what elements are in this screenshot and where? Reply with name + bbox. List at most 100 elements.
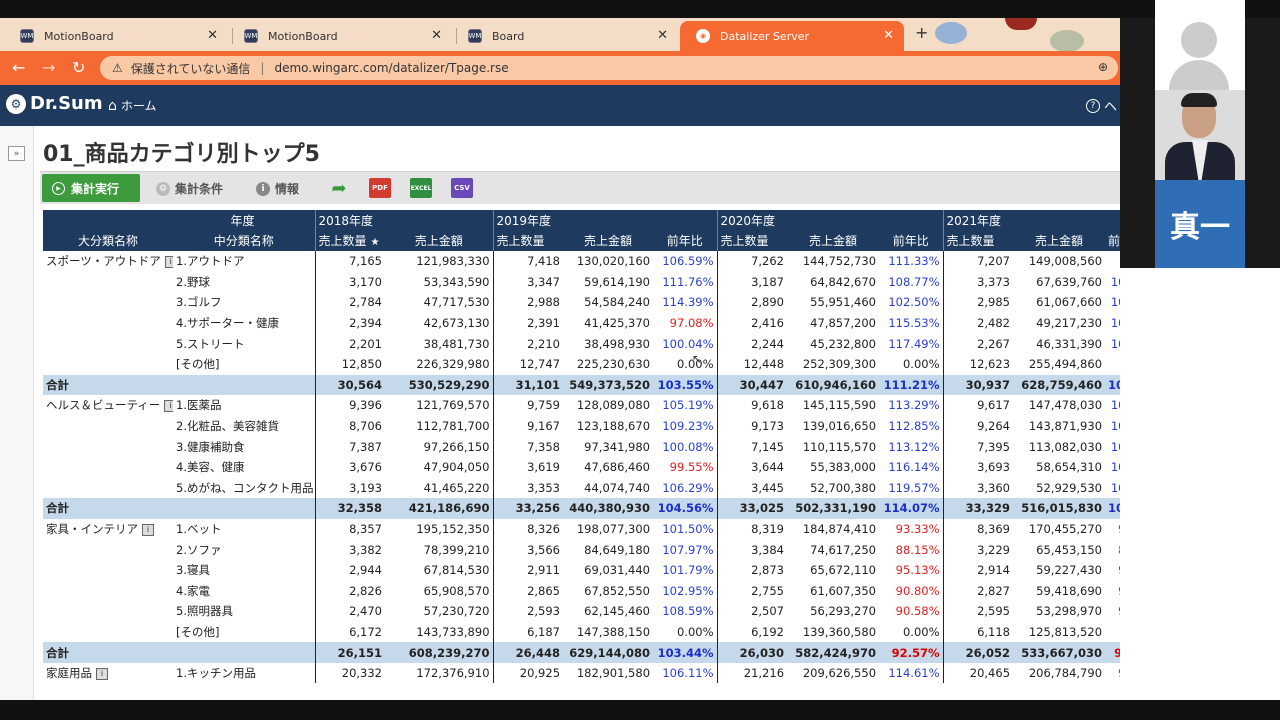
major-category-cell[interactable]: [43, 622, 173, 643]
major-category-cell[interactable]: [43, 478, 173, 499]
amount-cell[interactable]: 144,752,730: [787, 251, 879, 272]
amount-cell[interactable]: 112,781,700: [385, 416, 493, 437]
expand-panel-icon[interactable]: »: [8, 146, 25, 161]
qty-cell[interactable]: 9,167: [492, 415, 564, 437]
amount-cell[interactable]: 125,813,520: [1013, 622, 1105, 643]
yoy-cell[interactable]: 92.57%: [879, 642, 944, 663]
qty-cell[interactable]: 2,394: [314, 312, 385, 334]
qty-cell[interactable]: 20,332: [314, 662, 385, 684]
yoy-cell[interactable]: 101.50%: [653, 519, 717, 540]
qty-cell[interactable]: 2,201: [314, 333, 385, 354]
qty-cell[interactable]: 2,755: [716, 580, 788, 602]
amount-cell[interactable]: 172,376,910: [385, 663, 493, 684]
qty-cell[interactable]: 9,264: [942, 415, 1014, 437]
amount-cell[interactable]: 628,759,460: [1013, 374, 1106, 396]
yoy-cell[interactable]: 92.20%: [1105, 519, 1120, 540]
participant-avatar-tile[interactable]: [1155, 0, 1245, 90]
yoy-cell[interactable]: 94.68%: [1105, 601, 1120, 622]
year-2021[interactable]: 2021年度: [942, 210, 1120, 231]
minor-category-cell[interactable]: 4.美容、健康: [173, 457, 315, 478]
amount-cell[interactable]: 123,188,670: [563, 416, 653, 437]
qty-cell[interactable]: 2,873: [716, 559, 788, 581]
qty-cell[interactable]: 6,192: [716, 621, 788, 643]
run-aggregation-button[interactable]: ▶ 集計実行: [42, 174, 140, 202]
amount-cell[interactable]: 182,901,580: [563, 663, 653, 684]
security-status[interactable]: 保護されていない通信: [131, 60, 251, 77]
qty-cell[interactable]: 8,357: [314, 518, 385, 540]
amount-cell[interactable]: 147,388,150: [563, 622, 653, 643]
amount-cell[interactable]: 52,700,380: [787, 478, 879, 499]
qty-cell[interactable]: 6,118: [942, 621, 1014, 643]
pdf-export-button[interactable]: PDF: [369, 178, 391, 198]
amount-cell[interactable]: 121,983,330: [385, 251, 493, 272]
qty-cell[interactable]: 3,693: [942, 456, 1014, 478]
qty-cell[interactable]: 2,416: [716, 312, 788, 334]
qty-cell[interactable]: 6,187: [492, 621, 564, 643]
yoy-cell[interactable]: 111.21%: [879, 374, 944, 396]
amount-cell[interactable]: 530,529,290: [385, 374, 494, 396]
amount-cell[interactable]: 45,232,800: [787, 333, 879, 354]
qty-cell[interactable]: 30,564: [314, 374, 385, 396]
qty-cell[interactable]: 26,052: [942, 642, 1014, 663]
csv-export-button[interactable]: CSV: [451, 178, 473, 198]
category-info-icon[interactable]: i: [96, 667, 108, 680]
qty-cell[interactable]: 3,347: [492, 271, 564, 293]
yoy-cell[interactable]: 106.29%: [653, 478, 717, 499]
amount-cell[interactable]: 139,360,580: [787, 622, 879, 643]
amount-cell[interactable]: 47,717,530: [385, 292, 493, 313]
qty-cell[interactable]: 7,145: [716, 436, 788, 457]
browser-tab-2[interactable]: WM MotionBoard ✕: [228, 21, 452, 51]
minor-category-cell[interactable]: 2.化粧品、美容雑貨: [173, 416, 315, 437]
amount-header[interactable]: 売上金額: [1013, 230, 1106, 251]
amount-cell[interactable]: 65,672,110: [787, 560, 879, 581]
yoy-cell[interactable]: 114.61%: [879, 663, 943, 684]
yoy-cell[interactable]: 102.69%: [1105, 436, 1120, 457]
back-arrow-icon[interactable]: ←: [12, 58, 25, 77]
close-tab-icon[interactable]: ✕: [431, 28, 442, 43]
amount-cell[interactable]: 78,399,210: [385, 539, 493, 560]
amount-cell[interactable]: 56,293,270: [787, 601, 879, 622]
amount-cell[interactable]: 67,639,760: [1013, 272, 1105, 293]
qty-cell[interactable]: 12,850: [314, 353, 385, 375]
qty-cell[interactable]: 9,173: [716, 415, 788, 437]
minor-category-cell[interactable]: 1.医薬品: [173, 395, 315, 416]
yoy-cell[interactable]: 113.29%: [879, 395, 943, 416]
star-sort-icon[interactable]: ★: [371, 237, 380, 248]
qty-header[interactable]: 売上数量: [942, 230, 1014, 251]
qty-cell[interactable]: 2,985: [942, 292, 1014, 313]
qty-cell[interactable]: 2,391: [492, 312, 564, 334]
yoy-header[interactable]: 前年比: [653, 230, 718, 251]
yoy-cell[interactable]: 0.00%: [653, 622, 717, 643]
yoy-cell[interactable]: 87.72%: [1105, 539, 1120, 560]
qty-cell[interactable]: 30,447: [716, 374, 788, 396]
yoy-cell[interactable]: 90.80%: [879, 581, 943, 602]
url-text[interactable]: demo.wingarc.com/datalizer/Tpage.rse: [274, 61, 508, 75]
amount-cell[interactable]: 97,341,980: [563, 436, 653, 457]
amount-cell[interactable]: 206,784,790: [1013, 663, 1105, 684]
major-category-cell[interactable]: 家庭用品 i: [43, 663, 173, 684]
conditions-button[interactable]: ⚙ 集計条件: [156, 180, 223, 197]
amount-cell[interactable]: 67,852,550: [563, 581, 653, 602]
yoy-cell[interactable]: 101.63%: [1105, 395, 1120, 416]
qty-cell[interactable]: 3,644: [716, 456, 788, 478]
yoy-cell[interactable]: 102.72%: [1105, 498, 1120, 519]
qty-cell[interactable]: 21,216: [716, 662, 788, 684]
qty-cell[interactable]: 32,358: [314, 498, 385, 519]
amount-header[interactable]: 売上金額: [385, 230, 494, 251]
qty-cell[interactable]: 12,448: [716, 353, 788, 375]
amount-cell[interactable]: 139,016,650: [787, 416, 879, 437]
amount-cell[interactable]: 69,031,440: [563, 560, 653, 581]
yoy-cell[interactable]: 114.07%: [879, 498, 944, 519]
reload-icon[interactable]: ↻: [72, 58, 85, 77]
yoy-cell[interactable]: 99.55%: [653, 457, 717, 478]
amount-cell[interactable]: 516,015,830: [1013, 498, 1106, 519]
qty-cell[interactable]: 12,623: [942, 353, 1014, 375]
qty-cell[interactable]: 26,448: [492, 642, 564, 663]
yoy-cell[interactable]: 111.76%: [653, 272, 717, 293]
yoy-cell[interactable]: 96.45%: [1105, 581, 1120, 602]
amount-cell[interactable]: 255,494,860: [1013, 354, 1105, 375]
qty-cell[interactable]: 8,369: [942, 518, 1014, 540]
yoy-cell[interactable]: 102.95%: [653, 581, 717, 602]
major-category-cell[interactable]: [43, 457, 173, 478]
qty-cell[interactable]: 3,373: [942, 271, 1014, 293]
